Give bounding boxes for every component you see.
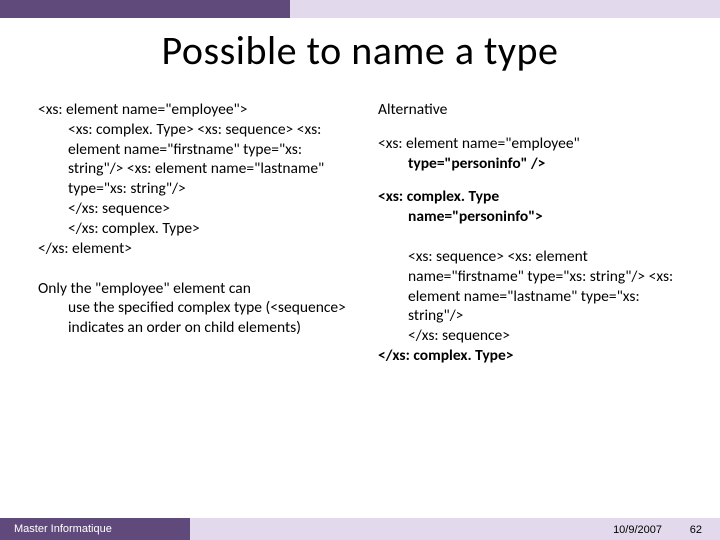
note-line: Only the "employee" element can bbox=[38, 279, 251, 298]
code-block-right-2: <xs: complex. Type name="personinfo"> <x… bbox=[378, 187, 690, 365]
code-line: <xs: complex. Type> <xs: sequence> <xs: … bbox=[38, 120, 350, 199]
content-columns: <xs: element name="employee"> <xs: compl… bbox=[38, 100, 690, 480]
footer-bar: Master Informatique 10/9/2007 62 bbox=[0, 510, 720, 540]
note-text: Only the "employee" element can use the … bbox=[38, 279, 350, 338]
code-line-bold: </xs: complex. Type> bbox=[378, 346, 514, 365]
code-line: </xs: sequence> bbox=[378, 326, 690, 346]
code-block-left: <xs: element name="employee"> <xs: compl… bbox=[38, 100, 350, 259]
code-line-bold: type="personinfo" /> bbox=[378, 154, 690, 174]
code-line-bold: <xs: complex. Type bbox=[378, 187, 499, 206]
page-title: Possible to name a type bbox=[0, 26, 720, 75]
code-line: <xs: element name="employee" bbox=[378, 134, 580, 153]
slide: Possible to name a type <xs: element nam… bbox=[0, 0, 720, 540]
code-line: <xs: element name="employee"> bbox=[38, 100, 248, 119]
code-line: <xs: sequence> <xs: element name="firstn… bbox=[378, 247, 690, 326]
code-line: </xs: element> bbox=[38, 239, 132, 258]
footer-accent-dark: Master Informatique bbox=[0, 518, 190, 540]
right-column: Alternative <xs: element name="employee"… bbox=[378, 100, 690, 480]
page-number: 62 bbox=[690, 524, 702, 536]
code-line: </xs: complex. Type> bbox=[38, 219, 350, 239]
footer-label: Master Informatique bbox=[14, 523, 112, 535]
footer-date: 10/9/2007 bbox=[613, 524, 662, 536]
alt-label: Alternative bbox=[378, 100, 690, 120]
code-line-bold: name="personinfo"> bbox=[378, 207, 690, 227]
topbar-accent-light bbox=[290, 0, 720, 18]
topbar-accent-dark bbox=[0, 0, 290, 18]
note-line: use the specified complex type (<sequenc… bbox=[38, 298, 350, 338]
code-line: </xs: sequence> bbox=[38, 199, 350, 219]
left-column: <xs: element name="employee"> <xs: compl… bbox=[38, 100, 350, 480]
code-block-right-1: <xs: element name="employee" type="perso… bbox=[378, 134, 690, 174]
